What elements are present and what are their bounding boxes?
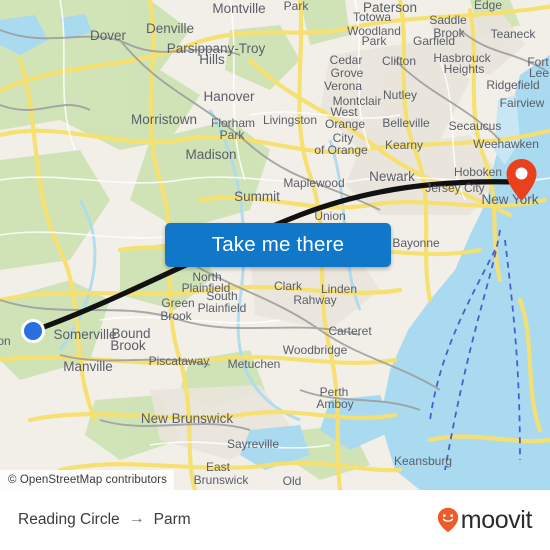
map-label: Garfield [413,34,455,48]
map-attribution[interactable]: © OpenStreetMap contributors [0,470,174,490]
map-label: Park [284,0,310,13]
map-label: Newark [369,169,415,184]
map-label: Orange [325,117,365,131]
map-label: Carteret [328,324,372,338]
moovit-trip-screenshot: Montville Park Paterson Edge Totowa Saddle Tea… [0,0,550,550]
map-label: Montville [212,1,265,16]
map-label: Keansburg [394,454,452,468]
map-label: Edge [474,0,502,12]
map-label: Union [314,209,345,223]
map-pin-icon [506,159,537,201]
map-label: Denville [146,21,194,36]
map-label: Fairview [500,96,545,110]
map-label: Madison [185,147,236,162]
map-label: Brook [160,309,192,323]
destination-pin[interactable] [505,158,538,202]
map-label: Belleville [382,116,430,130]
map-label: of Orange [314,143,368,157]
map-label: Plainfield [198,301,247,315]
map-label: Hanover [203,89,255,104]
map-label: Maplewood [283,176,344,190]
map-label: Sayreville [227,437,279,451]
map-label: Weehawken [473,137,539,151]
map-label: New Brunswick [141,411,234,426]
map-label: Manville [63,359,113,374]
map-label: Hills [199,52,225,67]
map-label: Rahway [293,293,336,307]
origin-marker[interactable] [21,319,45,343]
map-label: Park [220,128,246,142]
map-label: Jersey City [425,181,484,195]
map-label: Totowa [353,10,391,24]
map-label: Livingston [263,113,317,127]
map-label: Verona [324,79,362,93]
map-label: Clifton [382,54,416,68]
map-label: East [206,460,231,474]
map-label: Bayonne [392,236,440,250]
map-label: Saddle [429,13,467,27]
map-label: Old [283,474,302,488]
map-label: Clark [274,279,303,293]
map-label: Park [362,34,388,48]
map-label: Green [161,296,194,310]
map-label: Hoboken [454,165,502,179]
map-label: Grove [331,66,364,80]
map-label: Brook [110,338,146,353]
map-label: Somerville [53,327,116,342]
map-label: Lee [529,66,549,80]
map-label: Kearny [385,138,423,152]
map-label: Metuchen [228,357,281,371]
map-label: Summit [234,189,280,204]
moovit-pin-icon [437,507,458,533]
moovit-logo[interactable]: moovit [437,490,532,550]
map-label: Nutley [383,88,417,102]
route-summary: Reading Circle → Parm [18,490,191,550]
map-label: Brunswick [194,473,250,487]
map-label: Ridgefield [486,78,539,92]
map-label: on [0,334,11,348]
map-label: Dover [90,28,127,43]
footer-bar: Reading Circle → Parm moovit [0,490,550,550]
map-label: Secaucus [449,119,502,133]
moovit-wordmark: moovit [460,505,533,534]
map-label: Cedar [330,53,363,67]
map-label: Woodbridge [283,343,348,357]
map-label: Morristown [131,112,197,127]
route-destination-label: Parm [153,511,191,528]
arrow-right-icon: → [128,510,145,527]
map-label: Teaneck [491,27,537,41]
map-label: Amboy [316,397,353,411]
take-me-there-button[interactable]: Take me there [165,223,391,267]
map-label: Piscataway [149,354,210,368]
map-label: Heights [444,62,485,76]
route-origin-label: Reading Circle [18,511,120,528]
